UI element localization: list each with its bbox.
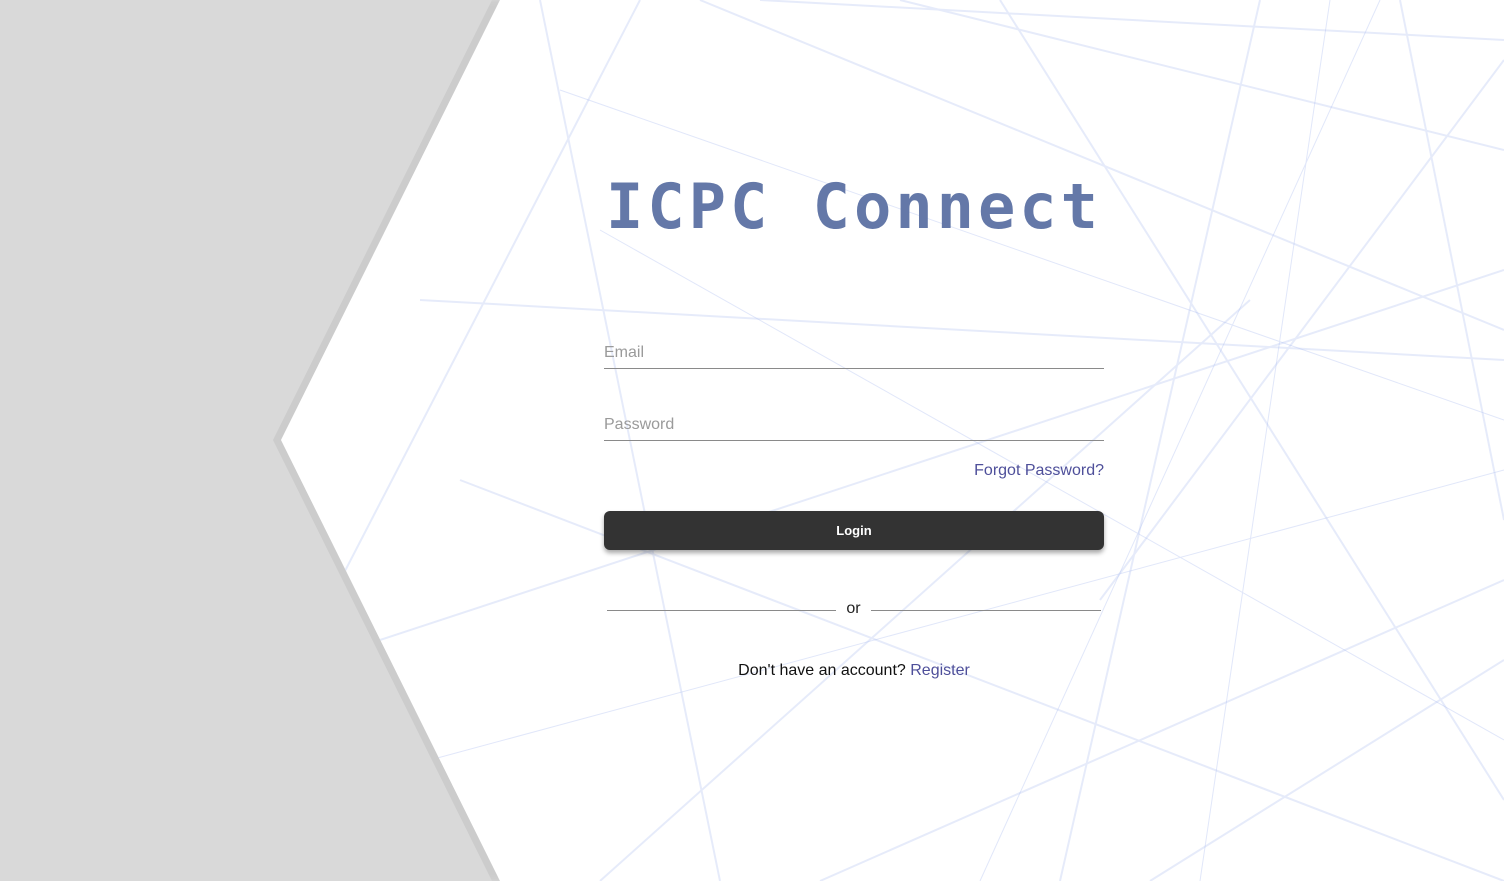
forgot-password-link[interactable]: Forgot Password? xyxy=(604,462,1104,480)
password-input[interactable] xyxy=(604,416,1104,440)
register-link[interactable]: Register xyxy=(910,662,970,679)
register-prompt: Don't have an account? xyxy=(738,662,906,679)
login-page: ICPC Connect Forgot Password? Login or D… xyxy=(0,0,1504,881)
divider-or-text: or xyxy=(846,600,861,617)
register-row: Don't have an account? Register xyxy=(604,662,1104,680)
login-button[interactable]: Login xyxy=(604,511,1104,550)
app-logo-title: ICPC Connect xyxy=(606,170,1102,243)
password-field-container xyxy=(604,416,1104,441)
email-field-container xyxy=(604,344,1104,369)
email-input[interactable] xyxy=(604,344,1104,368)
divider-line-left xyxy=(607,610,836,611)
divider-line-right xyxy=(871,610,1101,611)
